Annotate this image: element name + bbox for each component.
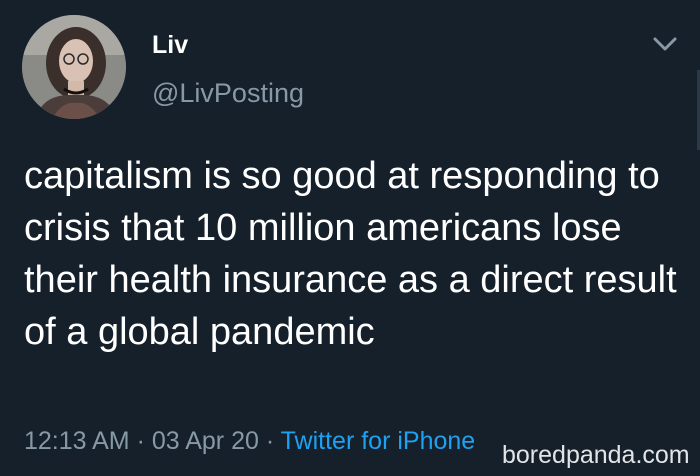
meta-separator: ·	[129, 427, 152, 455]
tweet-text: capitalism is so good at responding to c…	[24, 155, 677, 353]
tweet-meta: 12:13 AM · 03 Apr 20 · Twitter for iPhon…	[24, 424, 475, 458]
tweet-card: Liv @LivPosting capitalism is so good at…	[0, 0, 700, 476]
avatar[interactable]	[22, 15, 126, 119]
display-name[interactable]: Liv	[152, 30, 188, 60]
chevron-down-icon[interactable]	[651, 34, 679, 54]
tweet-date: 03 Apr 20	[151, 427, 259, 455]
watermark: boredpanda.com	[502, 441, 690, 469]
profile-photo	[22, 15, 126, 119]
meta-separator: ·	[258, 427, 281, 455]
user-handle[interactable]: @LivPosting	[152, 77, 304, 109]
tweet-time: 12:13 AM	[24, 427, 130, 455]
tweet-source-link[interactable]: Twitter for iPhone	[281, 427, 476, 455]
